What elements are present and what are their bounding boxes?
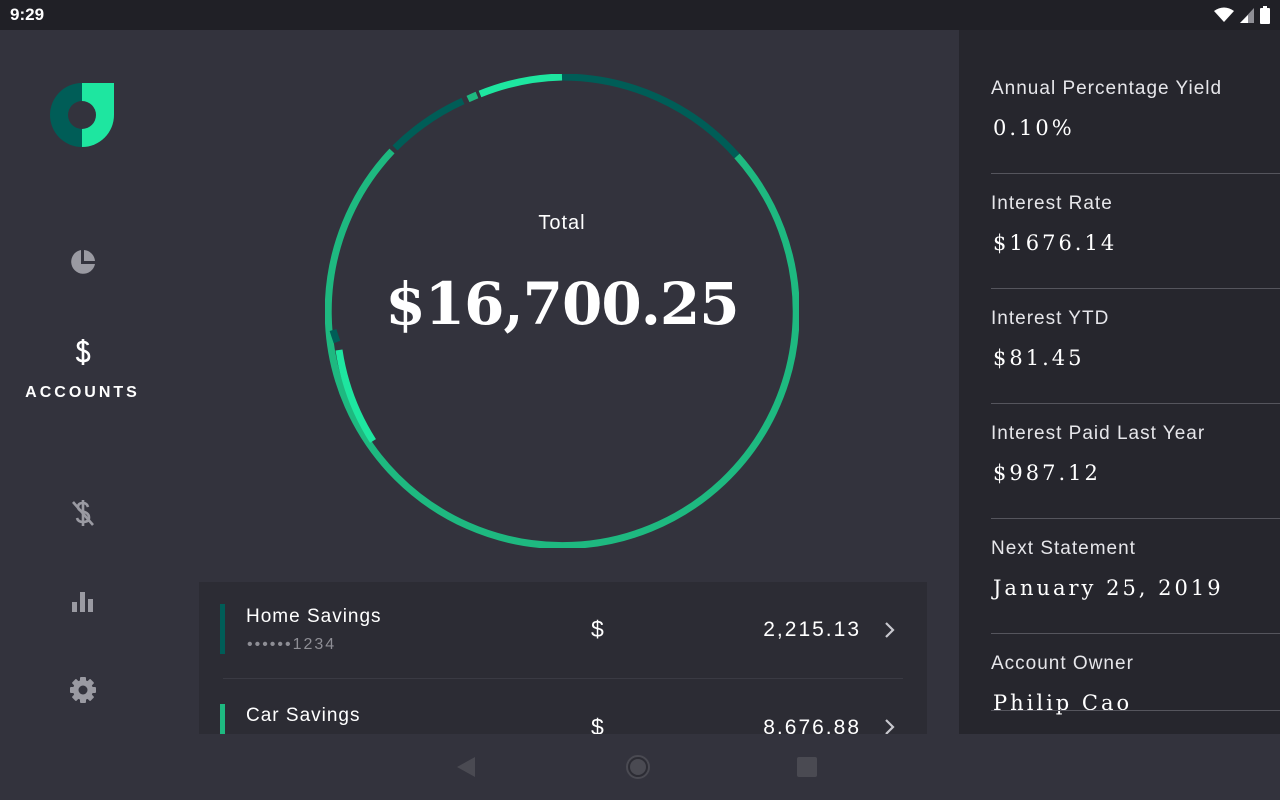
detail-label: Account Owner: [991, 653, 1134, 674]
detail-interest-ytd: Interest YTD $81.45: [991, 308, 1280, 423]
detail-apy: Annual Percentage Yield 0.10%: [991, 78, 1280, 193]
total-amount: $16,700.25: [385, 270, 739, 338]
pie-chart-icon: [70, 250, 95, 274]
accounts-list: Home Savings ••••••1234 $ 2,215.13 Car S…: [199, 582, 927, 734]
status-bar: 9:29: [0, 0, 1280, 30]
system-navigation-bar: [0, 734, 1280, 800]
home-icon[interactable]: [625, 754, 651, 780]
money-off-icon: [71, 500, 94, 526]
detail-value: $1676.14: [993, 231, 1118, 255]
detail-label: Interest Rate: [991, 193, 1113, 214]
detail-value: 0.10%: [993, 116, 1075, 140]
detail-divider: [991, 710, 1280, 711]
detail-value: $987.12: [993, 461, 1101, 485]
account-currency: $: [591, 714, 604, 734]
account-row-home-savings[interactable]: Home Savings ••••••1234 $ 2,215.13: [199, 582, 927, 678]
detail-divider: [991, 403, 1280, 404]
detail-label: Annual Percentage Yield: [991, 78, 1223, 99]
account-row-car-savings[interactable]: Car Savings $ 8,676.88: [199, 679, 927, 734]
detail-value: Philip Cao: [993, 691, 1133, 715]
bar-chart-icon: [71, 592, 93, 612]
account-currency: $: [591, 616, 604, 642]
wifi-icon: [1214, 7, 1234, 22]
nav-item-label: ACCOUNTS: [25, 384, 140, 401]
detail-label: Interest YTD: [991, 308, 1110, 329]
accounts-donut-chart: Total $16,700.25: [324, 73, 800, 550]
detail-next-statement: Next Statement January 25, 2019: [991, 538, 1280, 653]
detail-value: January 25, 2019: [993, 576, 1224, 600]
status-icons: [1214, 6, 1270, 24]
nav-item-bills[interactable]: [0, 498, 165, 528]
chevron-right-icon: [885, 622, 895, 638]
detail-divider: [991, 288, 1280, 289]
detail-interest-paid-last-year: Interest Paid Last Year $987.12: [991, 423, 1280, 538]
app-logo-icon: [50, 83, 114, 147]
total-label: Total: [538, 212, 586, 234]
nav-item-budgets[interactable]: [0, 590, 165, 614]
nav-item-accounts[interactable]: ACCOUNTS: [0, 338, 165, 402]
dollar-icon: [75, 339, 90, 365]
account-color-bar: [220, 704, 225, 734]
back-icon[interactable]: [455, 755, 477, 779]
detail-divider: [991, 633, 1280, 634]
detail-value: $81.45: [993, 346, 1085, 370]
navigation-rail: ACCOUNTS: [0, 30, 165, 734]
account-name: Car Savings: [246, 705, 361, 726]
status-time: 9:29: [10, 5, 45, 24]
detail-divider: [991, 518, 1280, 519]
gear-icon: [69, 677, 96, 703]
nav-item-overview[interactable]: [0, 248, 165, 276]
account-color-bar: [220, 604, 225, 654]
signal-icon: [1240, 8, 1254, 23]
chevron-right-icon: [885, 719, 895, 734]
account-details-panel: Annual Percentage Yield 0.10% Interest R…: [959, 30, 1280, 734]
detail-account-owner: Account Owner Philip Cao: [991, 653, 1280, 734]
nav-item-settings[interactable]: [0, 676, 165, 704]
account-name: Home Savings: [246, 606, 382, 627]
account-amount: 2,215.13: [763, 618, 861, 641]
account-number: ••••••1234: [247, 636, 337, 653]
detail-label: Interest Paid Last Year: [991, 423, 1206, 444]
detail-divider: [991, 173, 1280, 174]
detail-interest-rate: Interest Rate $1676.14: [991, 193, 1280, 308]
account-amount: 8,676.88: [763, 716, 861, 734]
battery-icon: [1260, 6, 1270, 24]
detail-label: Next Statement: [991, 538, 1136, 559]
recents-icon[interactable]: [796, 756, 818, 778]
